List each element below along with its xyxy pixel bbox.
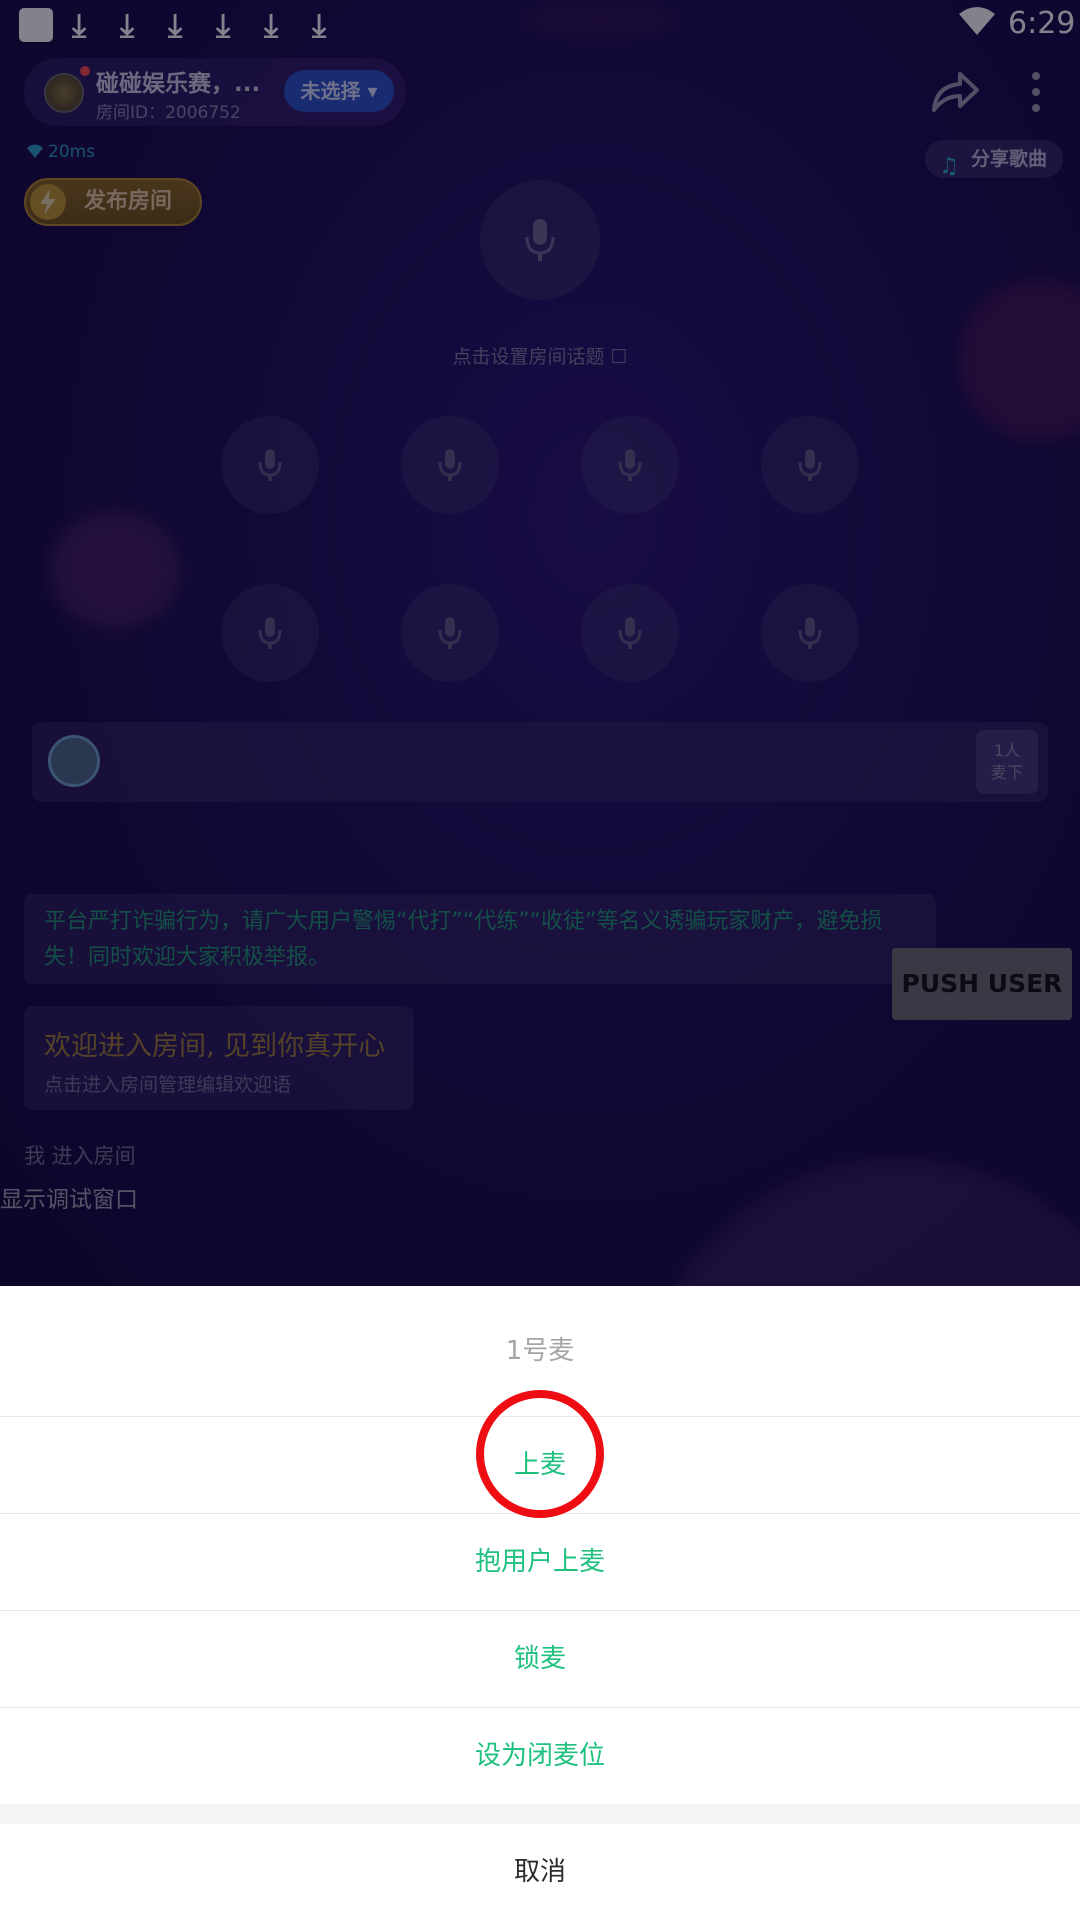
- invite-user-to-mic-option[interactable]: 抱用户上麦: [0, 1513, 1080, 1610]
- set-closed-mic-option[interactable]: 设为闭麦位: [0, 1707, 1080, 1804]
- modal-overlay[interactable]: [0, 0, 1080, 1286]
- highlight-circle: [476, 1390, 604, 1518]
- cancel-button[interactable]: 取消: [0, 1824, 1080, 1920]
- mic-action-sheet: 1号麦 上麦 抱用户上麦 锁麦 设为闭麦位 取消: [0, 1286, 1080, 1920]
- lock-mic-option[interactable]: 锁麦: [0, 1610, 1080, 1707]
